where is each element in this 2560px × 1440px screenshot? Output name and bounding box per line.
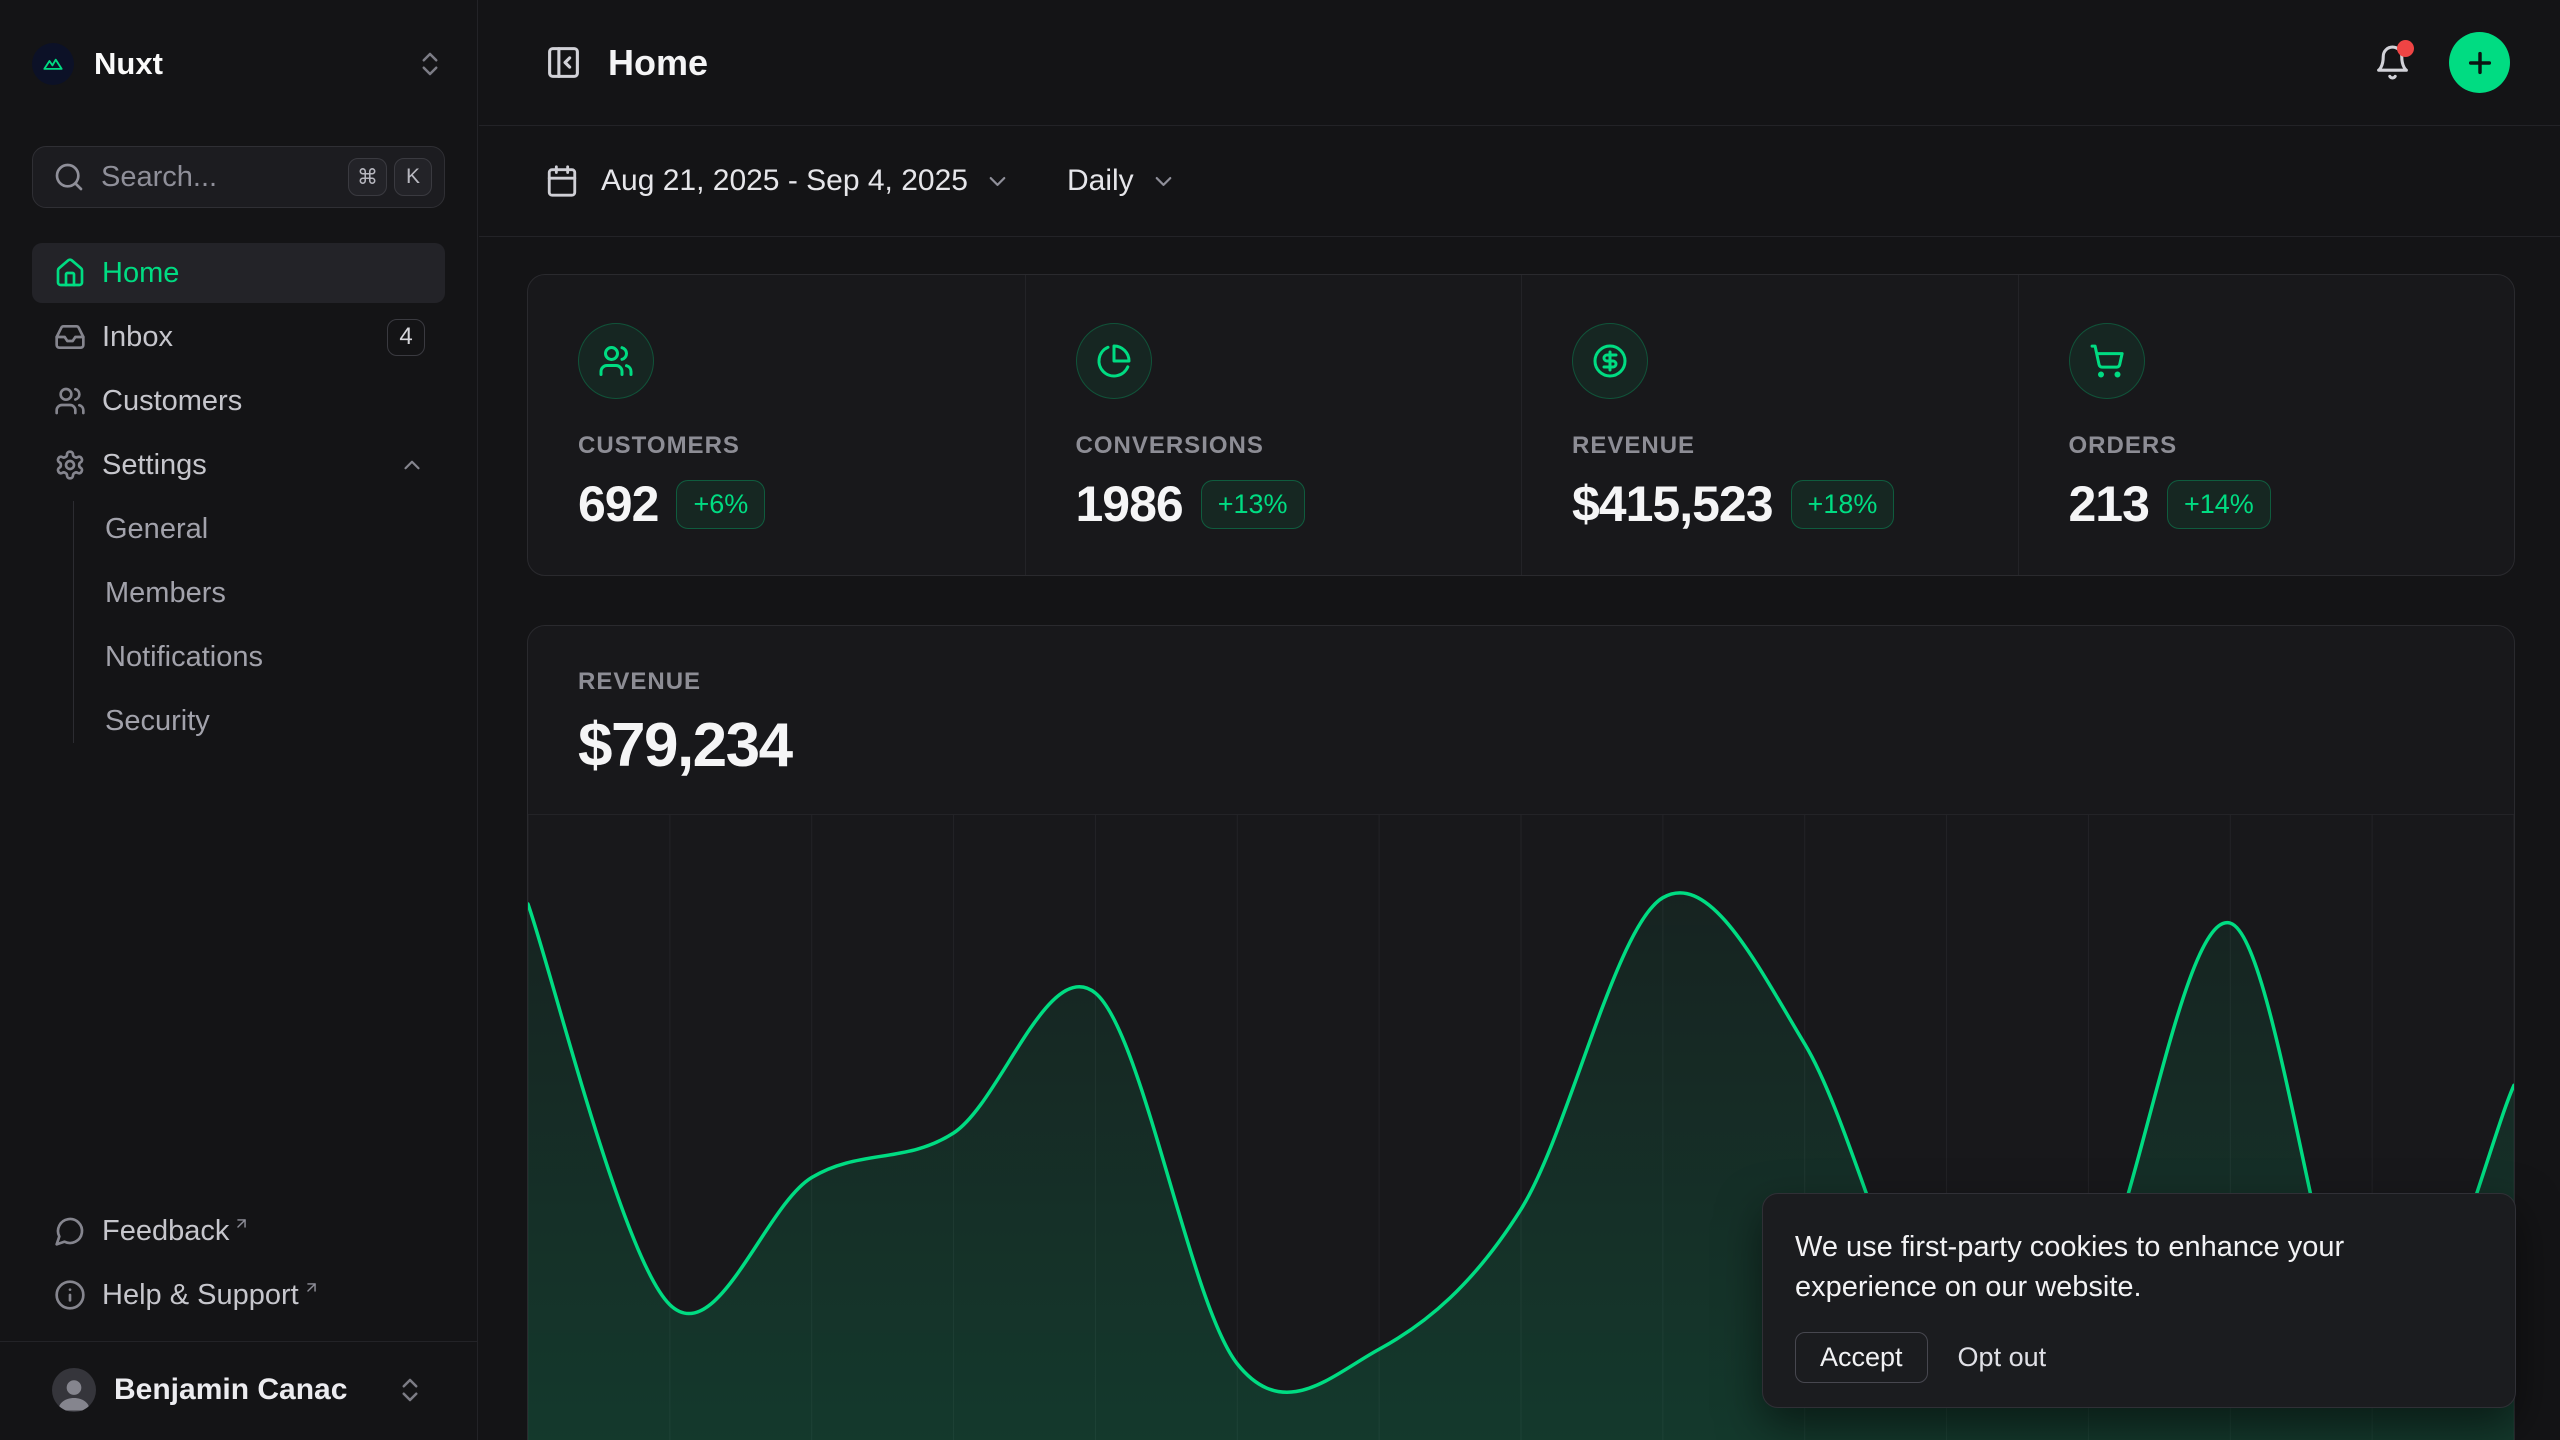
workspace-switcher[interactable]: Nuxt [32, 42, 445, 86]
stat-value: 1986 [1076, 475, 1183, 533]
sidebar-item-label: Customers [102, 385, 242, 418]
sidebar: Nuxt Search... ⌘ K Home [0, 0, 478, 1440]
filters-toolbar: Aug 21, 2025 - Sep 4, 2025 Daily [479, 126, 2560, 237]
sidebar-item-general[interactable]: General [105, 499, 445, 559]
accept-button[interactable]: Accept [1795, 1332, 1928, 1383]
opt-out-button[interactable]: Opt out [1958, 1342, 2047, 1373]
search-input[interactable]: Search... ⌘ K [32, 146, 445, 208]
message-bubble-icon [54, 1215, 86, 1247]
stat-label: ORDERS [2069, 432, 2465, 460]
user-menu[interactable]: Benjamin Canac [32, 1359, 445, 1421]
pie-chart-icon [1076, 323, 1152, 399]
stat-orders: ORDERS 213 +14% [2018, 275, 2515, 576]
sidebar-item-security[interactable]: Security [105, 691, 445, 751]
search-shortcut: ⌘ K [348, 158, 432, 196]
info-circle-icon [54, 1279, 86, 1311]
page-title: Home [608, 42, 708, 84]
stat-delta-badge: +6% [676, 480, 765, 529]
collapse-sidebar-button[interactable] [545, 44, 582, 81]
sidebar-item-members[interactable]: Members [105, 563, 445, 623]
revenue-label: REVENUE [578, 668, 2464, 696]
stat-value: 213 [2069, 475, 2149, 533]
avatar [52, 1368, 96, 1412]
stats-card: CUSTOMERS 692 +6% CONVERSIONS 1986 +13% [527, 274, 2515, 576]
kbd-cmd: ⌘ [348, 158, 387, 196]
sidebar-item-home[interactable]: Home [32, 243, 445, 303]
add-button[interactable] [2449, 32, 2510, 93]
stat-label: REVENUE [1572, 432, 1968, 460]
sidebar-divider [0, 1341, 477, 1342]
sidebar-item-notifications[interactable]: Notifications [105, 627, 445, 687]
search-icon [53, 161, 85, 193]
sidebar-item-customers[interactable]: Customers [32, 371, 445, 431]
app-root: Nuxt Search... ⌘ K Home [0, 0, 2560, 1440]
cookie-banner: We use first-party cookies to enhance yo… [1762, 1193, 2516, 1408]
brand-name: Nuxt [94, 46, 163, 82]
stat-delta-badge: +14% [2167, 480, 2271, 529]
chevron-down-icon [984, 168, 1011, 195]
settings-subnav: General Members Notifications Security [32, 499, 445, 751]
notifications-button[interactable] [2374, 44, 2411, 81]
dollar-circle-icon [1572, 323, 1648, 399]
stat-revenue: REVENUE $415,523 +18% [1521, 275, 2018, 576]
header-actions [2374, 32, 2510, 93]
stat-conversions: CONVERSIONS 1986 +13% [1025, 275, 1522, 576]
search-placeholder: Search... [101, 161, 217, 194]
sidebar-item-label: Settings [102, 449, 207, 482]
external-link-icon [233, 1215, 250, 1232]
stat-delta-badge: +13% [1201, 480, 1305, 529]
inbox-count-badge: 4 [387, 319, 425, 356]
nuxt-logo-icon [32, 43, 74, 85]
granularity-select[interactable]: Daily [1067, 164, 1177, 198]
granularity-value: Daily [1067, 164, 1134, 198]
users-icon [54, 385, 86, 417]
sidebar-item-label: Notifications [105, 641, 263, 674]
cookie-message: We use first-party cookies to enhance yo… [1795, 1227, 2440, 1307]
sidebar-item-settings[interactable]: Settings [32, 435, 445, 495]
plus-icon [2464, 47, 2496, 79]
sidebar-item-label: General [105, 513, 208, 546]
stat-delta-badge: +18% [1791, 480, 1895, 529]
calendar-icon [545, 164, 579, 198]
chevron-up-icon [399, 452, 425, 478]
notification-dot [2397, 40, 2414, 57]
external-link-icon [303, 1279, 320, 1296]
user-name: Benjamin Canac [114, 1373, 347, 1407]
date-range-value: Aug 21, 2025 - Sep 4, 2025 [601, 164, 968, 198]
sidebar-item-feedback[interactable]: Feedback [32, 1201, 445, 1261]
chevrons-up-down-icon [395, 1375, 425, 1405]
sidebar-item-help-support[interactable]: Help & Support [32, 1265, 445, 1325]
sidebar-item-label: Feedback [102, 1215, 229, 1248]
stat-label: CONVERSIONS [1076, 432, 1472, 460]
inbox-icon [54, 321, 86, 353]
chevrons-up-down-icon [415, 49, 445, 79]
kbd-k: K [394, 158, 432, 196]
home-icon [54, 257, 86, 289]
sidebar-item-label: Inbox [102, 321, 173, 354]
page-header: Home [479, 0, 2560, 126]
stat-value: $415,523 [1572, 475, 1773, 533]
shopping-cart-icon [2069, 323, 2145, 399]
sidebar-nav: Home Inbox 4 Customers Settings [32, 243, 445, 755]
chevron-down-icon [1150, 168, 1177, 195]
gear-icon [54, 449, 86, 481]
stat-customers: CUSTOMERS 692 +6% [528, 275, 1025, 576]
sidebar-item-inbox[interactable]: Inbox 4 [32, 307, 445, 367]
sidebar-footer: Feedback Help & Support Benjamin [32, 1201, 445, 1440]
stat-label: CUSTOMERS [578, 432, 975, 460]
sidebar-item-label: Help & Support [102, 1279, 299, 1312]
revenue-total: $79,234 [578, 710, 2464, 781]
sidebar-item-label: Members [105, 577, 226, 610]
date-range-picker[interactable]: Aug 21, 2025 - Sep 4, 2025 [545, 164, 1011, 198]
sidebar-item-label: Home [102, 257, 179, 290]
stat-value: 692 [578, 475, 658, 533]
users-icon [578, 323, 654, 399]
sidebar-item-label: Security [105, 705, 210, 738]
